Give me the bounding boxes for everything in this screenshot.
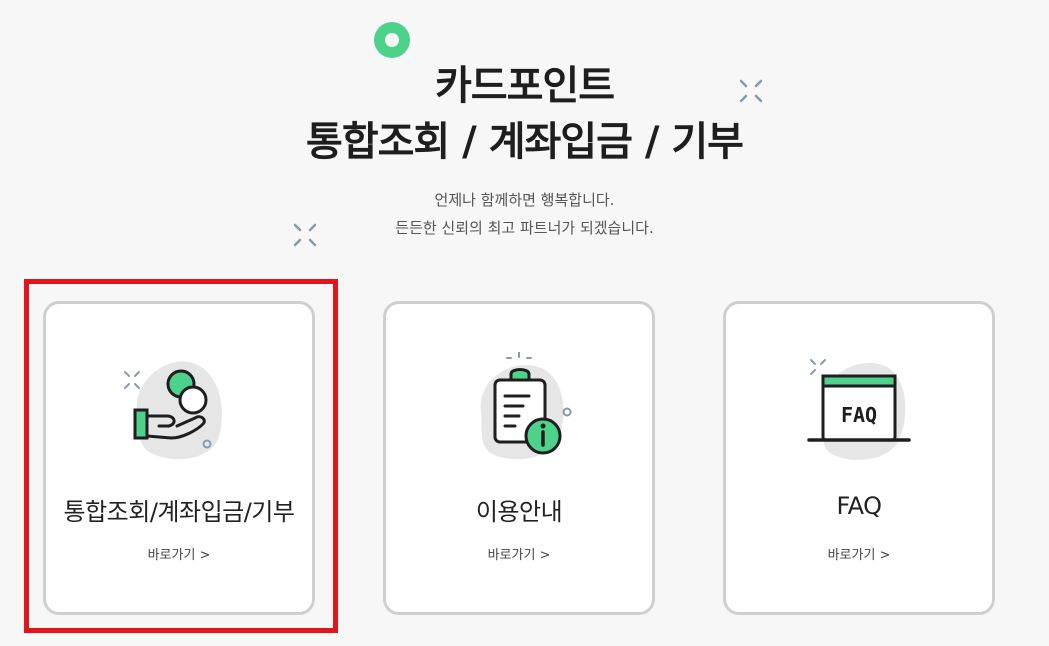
page-title: 카드포인트 통합조회 / 계좌입금 / 기부	[0, 58, 1049, 170]
card-link[interactable]: 바로가기 >	[46, 544, 312, 563]
card-label: FAQ	[836, 492, 883, 520]
card-link[interactable]: 바로가기 >	[726, 544, 992, 563]
card-label: 이용안내	[475, 498, 563, 526]
card-link[interactable]: 바로가기 >	[386, 544, 652, 563]
svg-text:FAQ: FAQ	[841, 403, 877, 427]
card-usage-guide[interactable]: 이용안내 바로가기 >	[383, 301, 655, 615]
decorative-ring-icon	[374, 22, 410, 58]
faq-window-icon: FAQ	[807, 359, 911, 460]
page-title-line2: 통합조회 / 계좌입금 / 기부	[306, 119, 744, 165]
hand-coins-icon	[124, 361, 222, 460]
subtitle-line2: 든든한 신뢰의 최고 파트너가 되겠습니다.	[395, 219, 654, 237]
page-subtitle: 언제나 함께하면 행복합니다. 든든한 신뢰의 최고 파트너가 되겠습니다.	[0, 186, 1049, 242]
card-faq[interactable]: FAQ FAQ 바로가기 >	[723, 301, 995, 615]
page-title-line1: 카드포인트	[435, 63, 615, 109]
card-label: 통합조회/계좌입금/기부	[63, 498, 295, 526]
card-point-inquiry[interactable]: 통합조회/계좌입금/기부 바로가기 >	[43, 301, 315, 615]
subtitle-line1: 언제나 함께하면 행복합니다.	[434, 191, 615, 209]
clipboard-info-icon	[480, 352, 572, 460]
